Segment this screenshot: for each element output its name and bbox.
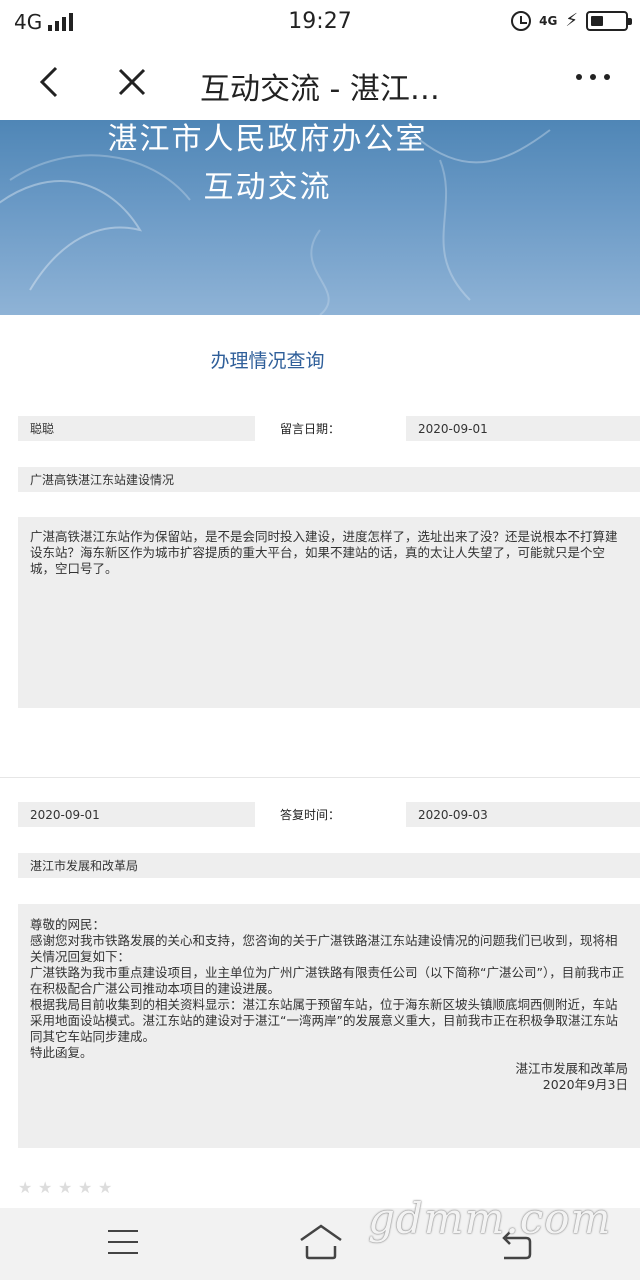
close-button[interactable] bbox=[112, 62, 152, 102]
battery-icon bbox=[586, 10, 632, 31]
reply-department: 湛江市发展和改革局 bbox=[18, 853, 640, 878]
chevron-left-icon bbox=[39, 66, 58, 98]
more-button[interactable] bbox=[576, 74, 610, 80]
divider bbox=[0, 777, 640, 778]
network-type-small: 4G bbox=[539, 13, 558, 28]
more-dots-icon bbox=[576, 74, 582, 80]
section-title: 办理情况查询 bbox=[210, 350, 325, 372]
reply-signature: 湛江市发展和改革局 bbox=[515, 1061, 628, 1076]
star-icon[interactable]: ★ bbox=[38, 1180, 54, 1196]
reply-date: 2020-09-03 bbox=[406, 802, 640, 827]
back-button[interactable] bbox=[30, 62, 70, 102]
banner-subtitle: 互动交流 bbox=[203, 170, 332, 205]
star-icon[interactable]: ★ bbox=[78, 1180, 94, 1196]
menu-icon bbox=[108, 1230, 138, 1232]
reply-paragraph: 广湛铁路为我市重点建设项目，业主单位为广州广湛铁路有限责任公司（以下简称“广湛公… bbox=[30, 965, 625, 996]
rating-stars: ★ ★ ★ ★ ★ bbox=[18, 1180, 114, 1196]
header-banner: 湛江市人民政府办公室 互动交流 bbox=[0, 120, 640, 315]
close-icon bbox=[118, 68, 146, 96]
nav-bar: 互动交流 - 湛江… bbox=[0, 44, 640, 120]
home-icon bbox=[300, 1224, 342, 1260]
star-icon[interactable]: ★ bbox=[58, 1180, 74, 1196]
reply-signature-date: 2020年9月3日 bbox=[542, 1077, 628, 1092]
watermark: gdmm.com bbox=[368, 1194, 612, 1243]
status-icons: 4G ⚡ bbox=[511, 10, 632, 31]
banner-title: 湛江市人民政府办公室 bbox=[107, 122, 428, 157]
reply-date-label: 答复时间： bbox=[280, 808, 341, 822]
reply-message-date: 2020-09-01 bbox=[18, 802, 255, 827]
reply-paragraph: 根据我局目前收集到的相关资料显示：湛江东站属于预留车站，位于海东新区坡头镇顺底垌… bbox=[30, 997, 618, 1044]
message-date-label: 留言日期： bbox=[280, 422, 341, 436]
message-date: 2020-09-01 bbox=[406, 416, 640, 441]
message-content: 广湛高铁湛江东站作为保留站，是不是会同时投入建设，进度怎样了，选址出来了没？还是… bbox=[18, 517, 640, 708]
home-button[interactable] bbox=[298, 1222, 344, 1262]
reply-closing: 特此函复。 bbox=[30, 1045, 93, 1060]
reply-content: 尊敬的网民： 感谢您对我市铁路发展的关心和支持，您咨询的关于广湛铁路湛江东站建设… bbox=[18, 904, 640, 1148]
reply-greeting: 尊敬的网民： bbox=[30, 917, 106, 932]
star-icon[interactable]: ★ bbox=[98, 1180, 114, 1196]
message-subject: 广湛高铁湛江东站建设情况 bbox=[18, 467, 640, 492]
sender-name: 聪聪 bbox=[18, 416, 255, 441]
charging-icon: ⚡ bbox=[565, 10, 578, 31]
status-bar: 4G 19:27 4G ⚡ bbox=[0, 0, 640, 44]
page-title: 互动交流 - 湛江… bbox=[200, 72, 440, 107]
reply-paragraph: 感谢您对我市铁路发展的关心和支持，您咨询的关于广湛铁路湛江东站建设情况的问题我们… bbox=[30, 933, 618, 964]
star-icon[interactable]: ★ bbox=[18, 1180, 34, 1196]
menu-button[interactable] bbox=[108, 1230, 140, 1256]
alarm-icon bbox=[511, 10, 532, 31]
